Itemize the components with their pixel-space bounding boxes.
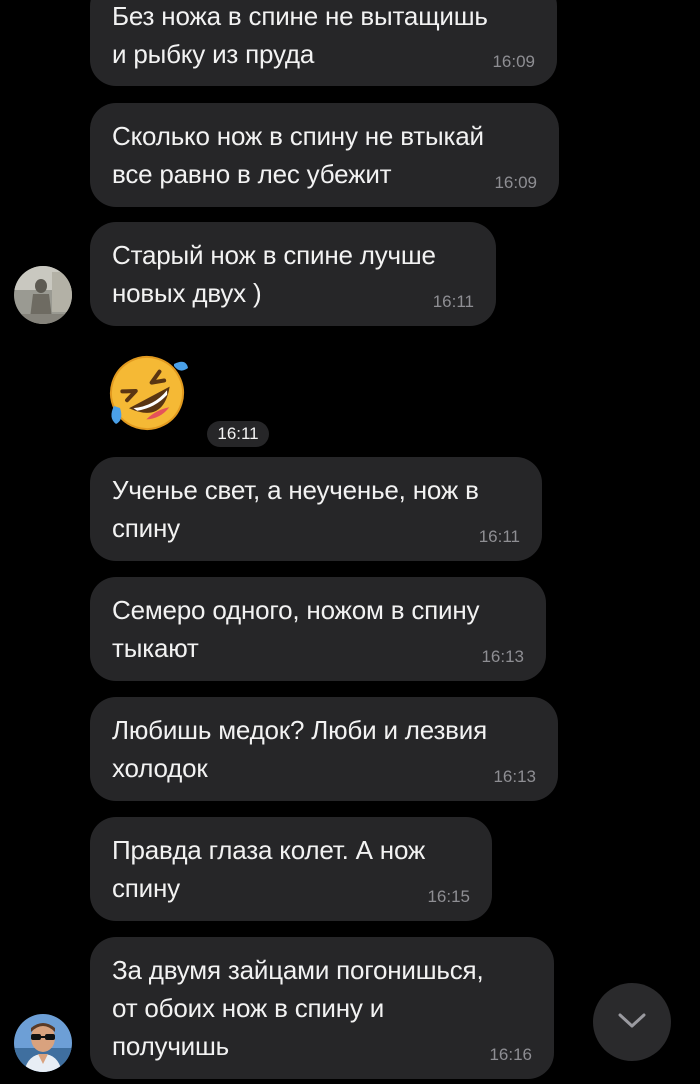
chevron-down-icon	[618, 1013, 646, 1028]
message-text: Старый нож в спине лучше новых двух )	[112, 240, 436, 308]
message-text: Семеро одного, ножом в спину тыкают	[112, 595, 480, 663]
message-text: Правда глаза колет. А нож спину	[112, 835, 426, 903]
message-time: 16:13	[481, 647, 524, 666]
scroll-to-bottom-button[interactable]	[593, 983, 671, 1061]
message-time: 16:11	[207, 421, 269, 447]
message-bubble[interactable]: Сколько нож в спину не втыкай все равно …	[90, 103, 559, 207]
message-text: За двумя зайцами погонишься, от обоих но…	[112, 955, 484, 1061]
message-time: 16:09	[492, 52, 535, 71]
message-text: Сколько нож в спину не втыкай все равно …	[112, 121, 484, 189]
message-bubble[interactable]: За двумя зайцами погонишься, от обоих но…	[90, 937, 554, 1079]
message-time: 16:09	[494, 173, 537, 192]
message-bubble[interactable]: Семеро одного, ножом в спину тыкают 16:1…	[90, 577, 546, 681]
message-time: 16:11	[478, 527, 520, 546]
rolling-laughing-emoji-icon[interactable]	[104, 350, 190, 436]
message-time: 16:11	[432, 292, 474, 311]
message-time: 16:15	[427, 887, 470, 906]
message-text: Любишь медок? Люби и лезвия холодок	[112, 715, 488, 783]
chat-message-list[interactable]: Без ножа в спине не вытащишь и рыбку из …	[0, 0, 700, 1084]
message-bubble[interactable]: Ученье свет, а неученье, нож в спину 16:…	[90, 457, 542, 561]
message-bubble[interactable]: Без ножа в спине не вытащишь и рыбку из …	[90, 0, 557, 86]
sender-avatar[interactable]	[14, 1014, 72, 1072]
message-text: Ученье свет, а неученье, нож в спину	[112, 475, 479, 543]
sender-avatar[interactable]	[14, 266, 72, 324]
message-bubble[interactable]: Любишь медок? Люби и лезвия холодок 16:1…	[90, 697, 558, 801]
message-text: Без ножа в спине не вытащишь и рыбку из …	[112, 1, 488, 69]
message-time: 16:16	[489, 1045, 532, 1064]
message-bubble[interactable]: Старый нож в спине лучше новых двух ) 16…	[90, 222, 496, 326]
message-bubble[interactable]: Правда глаза колет. А нож спину 16:15	[90, 817, 492, 921]
message-time: 16:13	[493, 767, 536, 786]
